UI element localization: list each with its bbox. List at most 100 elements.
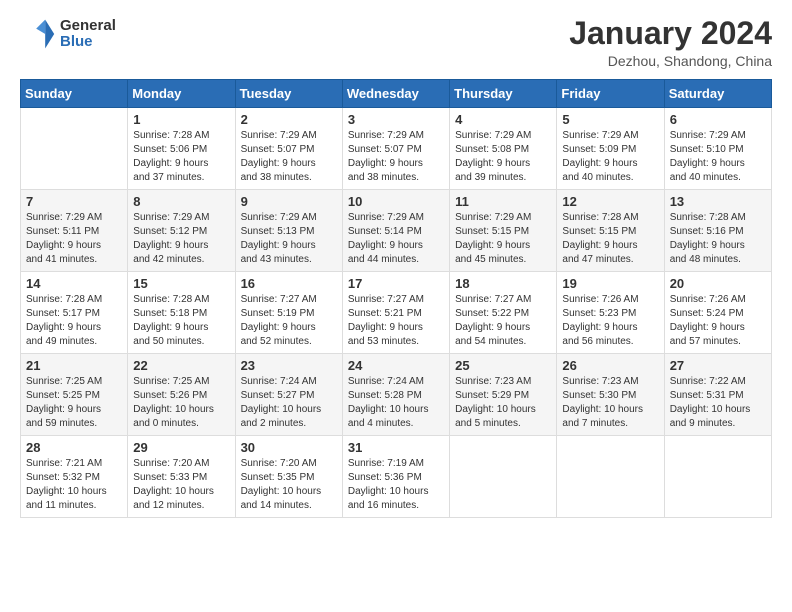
logo-icon	[20, 16, 56, 52]
day-info: Sunrise: 7:28 AMSunset: 5:16 PMDaylight:…	[670, 211, 766, 267]
day-info: Sunrise: 7:20 AMSunset: 5:35 PMDaylight:…	[241, 457, 337, 513]
day-number: 12	[562, 194, 658, 209]
day-info: Sunrise: 7:27 AMSunset: 5:22 PMDaylight:…	[455, 293, 551, 349]
calendar-cell: 24 Sunrise: 7:24 AMSunset: 5:28 PMDayligh…	[342, 354, 449, 436]
day-info: Sunrise: 7:26 AMSunset: 5:24 PMDaylight:…	[670, 293, 766, 349]
day-info: Sunrise: 7:25 AMSunset: 5:25 PMDaylight:…	[26, 375, 122, 431]
calendar-cell: 15 Sunrise: 7:28 AMSunset: 5:18 PMDayligh…	[128, 272, 235, 354]
page: General Blue January 2024 Dezhou, Shando…	[0, 0, 792, 612]
day-info: Sunrise: 7:29 AMSunset: 5:12 PMDaylight:…	[133, 211, 229, 267]
title-block: January 2024 Dezhou, Shandong, China	[569, 16, 772, 69]
calendar-cell: 30 Sunrise: 7:20 AMSunset: 5:35 PMDayligh…	[235, 436, 342, 518]
calendar-week-5: 28 Sunrise: 7:21 AMSunset: 5:32 PMDayligh…	[21, 436, 772, 518]
day-number: 8	[133, 194, 229, 209]
day-info: Sunrise: 7:22 AMSunset: 5:31 PMDaylight:…	[670, 375, 766, 431]
day-info: Sunrise: 7:29 AMSunset: 5:11 PMDaylight:…	[26, 211, 122, 267]
calendar-cell: 23 Sunrise: 7:24 AMSunset: 5:27 PMDayligh…	[235, 354, 342, 436]
calendar-cell: 14Sunrise: 7:28 AMSunset: 5:17 PMDayligh…	[21, 272, 128, 354]
day-number: 4	[455, 112, 551, 127]
day-number: 11	[455, 194, 551, 209]
day-number: 10	[348, 194, 444, 209]
calendar-week-4: 21 Sunrise: 7:25 AMSunset: 5:25 PMDayligh…	[21, 354, 772, 436]
calendar-cell: 31 Sunrise: 7:19 AMSunset: 5:36 PMDayligh…	[342, 436, 449, 518]
calendar-cell: 13 Sunrise: 7:28 AMSunset: 5:16 PMDayligh…	[664, 190, 771, 272]
day-number: 16	[241, 276, 337, 291]
calendar-cell: 3 Sunrise: 7:29 AMSunset: 5:07 PMDaylight…	[342, 108, 449, 190]
day-number: 2	[241, 112, 337, 127]
day-number: 18	[455, 276, 551, 291]
day-info: Sunrise: 7:27 AMSunset: 5:21 PMDaylight:…	[348, 293, 444, 349]
day-number: 17	[348, 276, 444, 291]
day-info: Sunrise: 7:29 AMSunset: 5:14 PMDaylight:…	[348, 211, 444, 267]
day-info: Sunrise: 7:24 AMSunset: 5:27 PMDaylight:…	[241, 375, 337, 431]
day-info: Sunrise: 7:26 AMSunset: 5:23 PMDaylight:…	[562, 293, 658, 349]
calendar-cell: 12 Sunrise: 7:28 AMSunset: 5:15 PMDayligh…	[557, 190, 664, 272]
day-info: Sunrise: 7:29 AMSunset: 5:10 PMDaylight:…	[670, 129, 766, 185]
day-info: Sunrise: 7:24 AMSunset: 5:28 PMDaylight:…	[348, 375, 444, 431]
calendar-cell: 1Sunrise: 7:28 AMSunset: 5:06 PMDaylight…	[128, 108, 235, 190]
logo-text: General Blue	[60, 18, 116, 51]
calendar-cell	[21, 108, 128, 190]
calendar-cell: 5 Sunrise: 7:29 AMSunset: 5:09 PMDaylight…	[557, 108, 664, 190]
day-info: Sunrise: 7:21 AMSunset: 5:32 PMDaylight:…	[26, 457, 122, 513]
calendar-cell: 17 Sunrise: 7:27 AMSunset: 5:21 PMDayligh…	[342, 272, 449, 354]
day-number: 27	[670, 358, 766, 373]
calendar-cell	[664, 436, 771, 518]
day-number: 1	[133, 112, 229, 127]
day-number: 29	[133, 440, 229, 455]
day-info: Sunrise: 7:29 AMSunset: 5:15 PMDaylight:…	[455, 211, 551, 267]
day-number: 28	[26, 440, 122, 455]
location: Dezhou, Shandong, China	[569, 53, 772, 69]
calendar-cell: 18 Sunrise: 7:27 AMSunset: 5:22 PMDayligh…	[450, 272, 557, 354]
calendar-cell	[557, 436, 664, 518]
day-number: 3	[348, 112, 444, 127]
day-number: 9	[241, 194, 337, 209]
calendar-cell: 20Sunrise: 7:26 AMSunset: 5:24 PMDayligh…	[664, 272, 771, 354]
day-number: 21	[26, 358, 122, 373]
calendar-cell: 2Sunrise: 7:29 AMSunset: 5:07 PMDaylight…	[235, 108, 342, 190]
logo-blue: Blue	[60, 34, 116, 51]
calendar: SundayMondayTuesdayWednesdayThursdayFrid…	[20, 79, 772, 518]
day-info: Sunrise: 7:27 AMSunset: 5:19 PMDaylight:…	[241, 293, 337, 349]
day-info: Sunrise: 7:29 AMSunset: 5:13 PMDaylight:…	[241, 211, 337, 267]
calendar-cell: 26 Sunrise: 7:23 AMSunset: 5:30 PMDayligh…	[557, 354, 664, 436]
day-info: Sunrise: 7:29 AMSunset: 5:09 PMDaylight:…	[562, 129, 658, 185]
calendar-cell: 6Sunrise: 7:29 AMSunset: 5:10 PMDaylight…	[664, 108, 771, 190]
day-info: Sunrise: 7:19 AMSunset: 5:36 PMDaylight:…	[348, 457, 444, 513]
calendar-cell: 4 Sunrise: 7:29 AMSunset: 5:08 PMDaylight…	[450, 108, 557, 190]
day-number: 31	[348, 440, 444, 455]
logo-general: General	[60, 18, 116, 35]
day-info: Sunrise: 7:28 AMSunset: 5:18 PMDaylight:…	[133, 293, 229, 349]
calendar-cell: 22 Sunrise: 7:25 AMSunset: 5:26 PMDayligh…	[128, 354, 235, 436]
day-header-saturday: Saturday	[664, 80, 771, 108]
day-number: 22	[133, 358, 229, 373]
calendar-cell: 25 Sunrise: 7:23 AMSunset: 5:29 PMDayligh…	[450, 354, 557, 436]
day-number: 19	[562, 276, 658, 291]
day-info: Sunrise: 7:23 AMSunset: 5:30 PMDaylight:…	[562, 375, 658, 431]
logo: General Blue	[20, 16, 116, 52]
day-number: 24	[348, 358, 444, 373]
day-number: 5	[562, 112, 658, 127]
day-number: 15	[133, 276, 229, 291]
calendar-cell: 16 Sunrise: 7:27 AMSunset: 5:19 PMDayligh…	[235, 272, 342, 354]
day-info: Sunrise: 7:29 AMSunset: 5:08 PMDaylight:…	[455, 129, 551, 185]
day-info: Sunrise: 7:23 AMSunset: 5:29 PMDaylight:…	[455, 375, 551, 431]
day-number: 26	[562, 358, 658, 373]
day-header-sunday: Sunday	[21, 80, 128, 108]
day-info: Sunrise: 7:20 AMSunset: 5:33 PMDaylight:…	[133, 457, 229, 513]
day-info: Sunrise: 7:28 AMSunset: 5:15 PMDaylight:…	[562, 211, 658, 267]
day-number: 25	[455, 358, 551, 373]
day-number: 30	[241, 440, 337, 455]
day-header-wednesday: Wednesday	[342, 80, 449, 108]
day-number: 23	[241, 358, 337, 373]
day-info: Sunrise: 7:25 AMSunset: 5:26 PMDaylight:…	[133, 375, 229, 431]
day-header-monday: Monday	[128, 80, 235, 108]
calendar-cell: 21 Sunrise: 7:25 AMSunset: 5:25 PMDayligh…	[21, 354, 128, 436]
calendar-cell: 7Sunrise: 7:29 AMSunset: 5:11 PMDaylight…	[21, 190, 128, 272]
calendar-cell: 29 Sunrise: 7:20 AMSunset: 5:33 PMDayligh…	[128, 436, 235, 518]
day-info: Sunrise: 7:29 AMSunset: 5:07 PMDaylight:…	[348, 129, 444, 185]
day-number: 13	[670, 194, 766, 209]
day-header-tuesday: Tuesday	[235, 80, 342, 108]
calendar-cell: 10 Sunrise: 7:29 AMSunset: 5:14 PMDayligh…	[342, 190, 449, 272]
month-title: January 2024	[569, 16, 772, 51]
